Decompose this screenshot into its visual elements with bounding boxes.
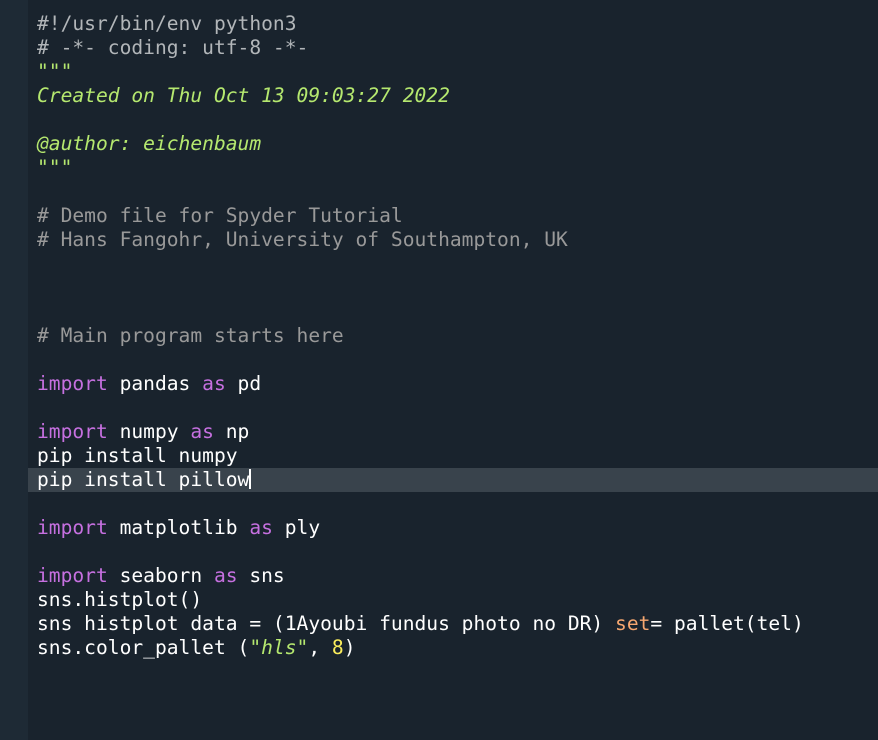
code-token: matplotlib [107,516,250,539]
code-token: ) [343,636,356,659]
code-line[interactable]: sns.color_pallet ("hls", 8) [28,636,878,660]
code-line[interactable]: # Hans Fangohr, University of Southampto… [28,228,878,252]
code-line[interactable]: Created on Thu Oct 13 09:03:27 2022 [28,84,878,108]
code-line[interactable]: pip install numpy [28,444,878,468]
code-token: sns [237,564,285,587]
code-token: 8 [331,636,344,659]
code-token: as [190,420,214,443]
code-line[interactable]: #!/usr/bin/env python3 [28,12,878,36]
code-line[interactable] [28,396,878,420]
code-token: # Hans Fangohr, University of Southampto… [37,228,568,251]
code-token: """ [37,60,73,83]
code-token: Created on Thu Oct 13 09:03:27 2022 [37,84,450,107]
code-line[interactable]: import pandas as pd [28,372,878,396]
code-token: pd [225,372,262,395]
code-line[interactable] [28,276,878,300]
code-line[interactable]: # Demo file for Spyder Tutorial [28,204,878,228]
code-line[interactable]: import matplotlib as ply [28,516,878,540]
code-token: import [37,564,108,587]
code-line[interactable]: sns.histplot() [28,588,878,612]
code-line[interactable]: # Main program starts here [28,324,878,348]
code-line[interactable]: @author: eichenbaum [28,132,878,156]
code-token: # Demo file for Spyder Tutorial [37,204,403,227]
code-token: pip install numpy [37,444,238,467]
code-token: #!/usr/bin/env python3 [37,12,297,35]
code-lines[interactable]: #!/usr/bin/env python3 # -*- coding: utf-… [28,12,878,660]
code-token: sns.histplot() [37,588,203,611]
code-token: "hls" [249,636,309,659]
code-line[interactable] [28,252,878,276]
code-line[interactable]: import numpy as np [28,420,878,444]
code-line[interactable]: # -*- coding: utf-8 -*- [28,36,878,60]
code-token: , [308,636,332,659]
code-token: import [37,516,108,539]
code-token: np [213,420,250,443]
code-token: as [213,564,238,587]
code-token: pandas [107,372,203,395]
code-line[interactable] [28,492,878,516]
code-line[interactable]: import seaborn as sns [28,564,878,588]
code-token: @author: eichenbaum [37,132,262,155]
code-token: # -*- coding: utf-8 -*- [37,36,309,59]
code-line[interactable]: """ [28,156,878,180]
current-code-line[interactable]: pip install pillow [28,468,878,492]
code-line[interactable] [28,180,878,204]
code-token: set [615,612,651,635]
editor-gutter [0,0,28,740]
code-area[interactable]: #!/usr/bin/env python3 # -*- coding: utf-… [28,0,878,740]
code-line[interactable]: """ [28,60,878,84]
code-token: """ [37,156,73,179]
code-token: pip install pillow [37,468,250,491]
text-cursor [249,469,252,489]
code-token: # Main program starts here [37,324,344,347]
code-token: import [37,420,108,443]
code-token: = pallet(tel) [650,612,804,635]
code-line[interactable] [28,108,878,132]
code-line[interactable] [28,300,878,324]
code-token: sns histplot data = (1Ayoubi fundus phot… [37,612,616,635]
code-token: numpy [107,420,191,443]
code-line[interactable] [28,540,878,564]
code-token: as [202,372,226,395]
code-token: sns.color_pallet ( [37,636,250,659]
code-token: as [249,516,273,539]
code-token: ply [272,516,321,539]
code-editor[interactable]: #!/usr/bin/env python3 # -*- coding: utf-… [0,0,878,740]
code-token: import [37,372,108,395]
code-token: seaborn [107,564,214,587]
code-line[interactable] [28,348,878,372]
code-line[interactable]: sns histplot data = (1Ayoubi fundus phot… [28,612,878,636]
